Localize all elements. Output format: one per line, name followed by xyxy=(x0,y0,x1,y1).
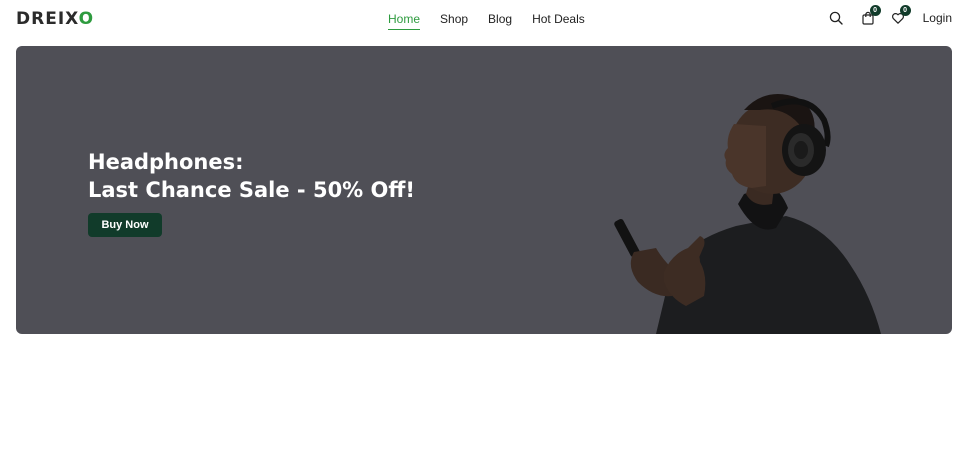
hero-title: Headphones: Last Chance Sale - 50% Off! xyxy=(88,148,415,204)
hero-title-line2: Last Chance Sale - 50% Off! xyxy=(88,178,415,202)
man-with-headphones-image xyxy=(614,94,881,334)
hero-banner: Headphones: Last Chance Sale - 50% Off! … xyxy=(16,46,952,334)
wishlist-button[interactable]: 0 xyxy=(889,5,911,27)
nav-actions: 0 0 Login xyxy=(827,5,952,27)
cart-count-badge: 0 xyxy=(869,5,881,16)
nav-link-blog[interactable]: Blog xyxy=(488,12,512,30)
logo-accent: O xyxy=(78,9,95,29)
search-icon xyxy=(829,11,843,25)
logo-text: DREIX xyxy=(16,9,79,29)
cart-button[interactable]: 0 xyxy=(859,5,881,27)
top-navbar: DREIXO Home Shop Blog Hot Deals 0 0 Logi… xyxy=(0,0,962,40)
nav-link-home[interactable]: Home xyxy=(388,12,421,30)
main-nav: Home Shop Blog Hot Deals xyxy=(388,12,605,30)
login-link[interactable]: Login xyxy=(923,11,952,25)
brand-logo[interactable]: DREIXO xyxy=(16,9,94,29)
wishlist-count-badge: 0 xyxy=(899,5,911,16)
nav-link-hot-deals[interactable]: Hot Deals xyxy=(532,12,585,30)
buy-now-button[interactable]: Buy Now xyxy=(88,213,162,237)
search-button[interactable] xyxy=(827,9,845,27)
nav-link-shop[interactable]: Shop xyxy=(440,12,468,30)
hero-title-line1: Headphones: xyxy=(88,150,244,174)
